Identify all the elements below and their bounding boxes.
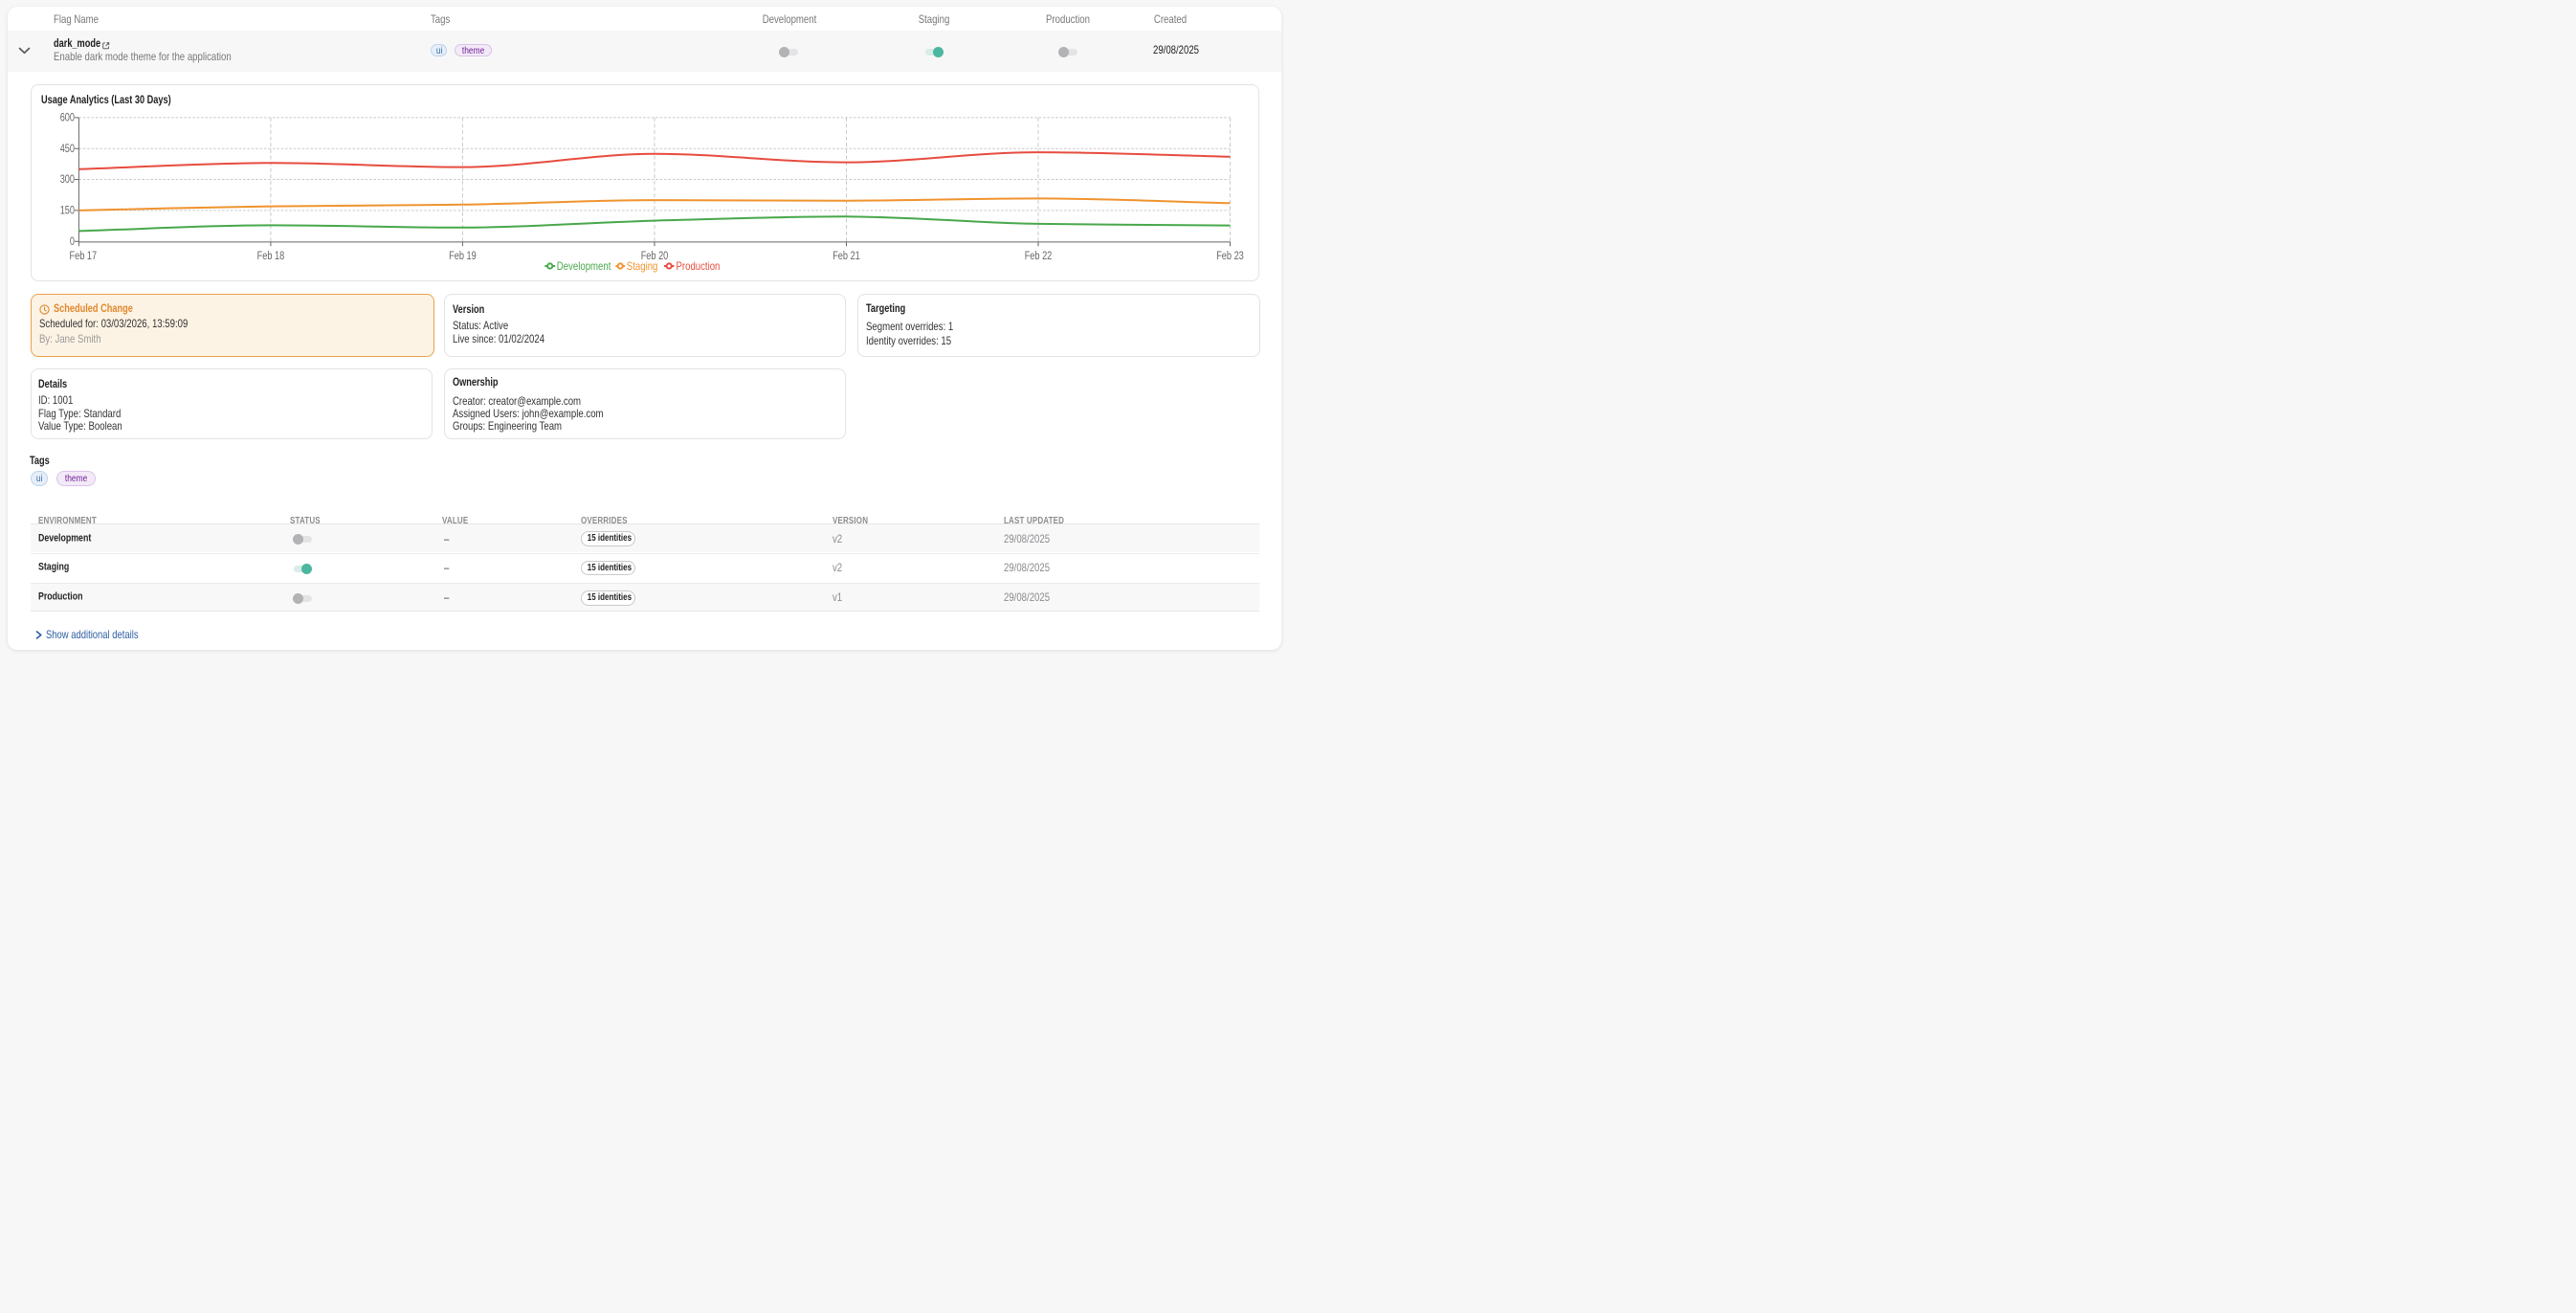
svg-text:300: 300 [60,174,75,186]
svg-text:Feb 17: Feb 17 [70,251,98,262]
svg-text:450: 450 [60,143,75,154]
svg-text:Feb 22: Feb 22 [1025,251,1053,262]
svg-text:Feb 18: Feb 18 [257,251,285,262]
svg-text:Feb 19: Feb 19 [449,251,477,262]
svg-text:Production: Production [677,259,721,273]
svg-text:600: 600 [60,112,75,123]
svg-text:Development: Development [557,259,611,273]
svg-text:Feb 21: Feb 21 [833,251,860,262]
svg-text:Feb 23: Feb 23 [1216,251,1244,262]
svg-text:Staging: Staging [627,259,658,273]
svg-text:0: 0 [70,235,75,247]
svg-text:150: 150 [60,205,75,216]
